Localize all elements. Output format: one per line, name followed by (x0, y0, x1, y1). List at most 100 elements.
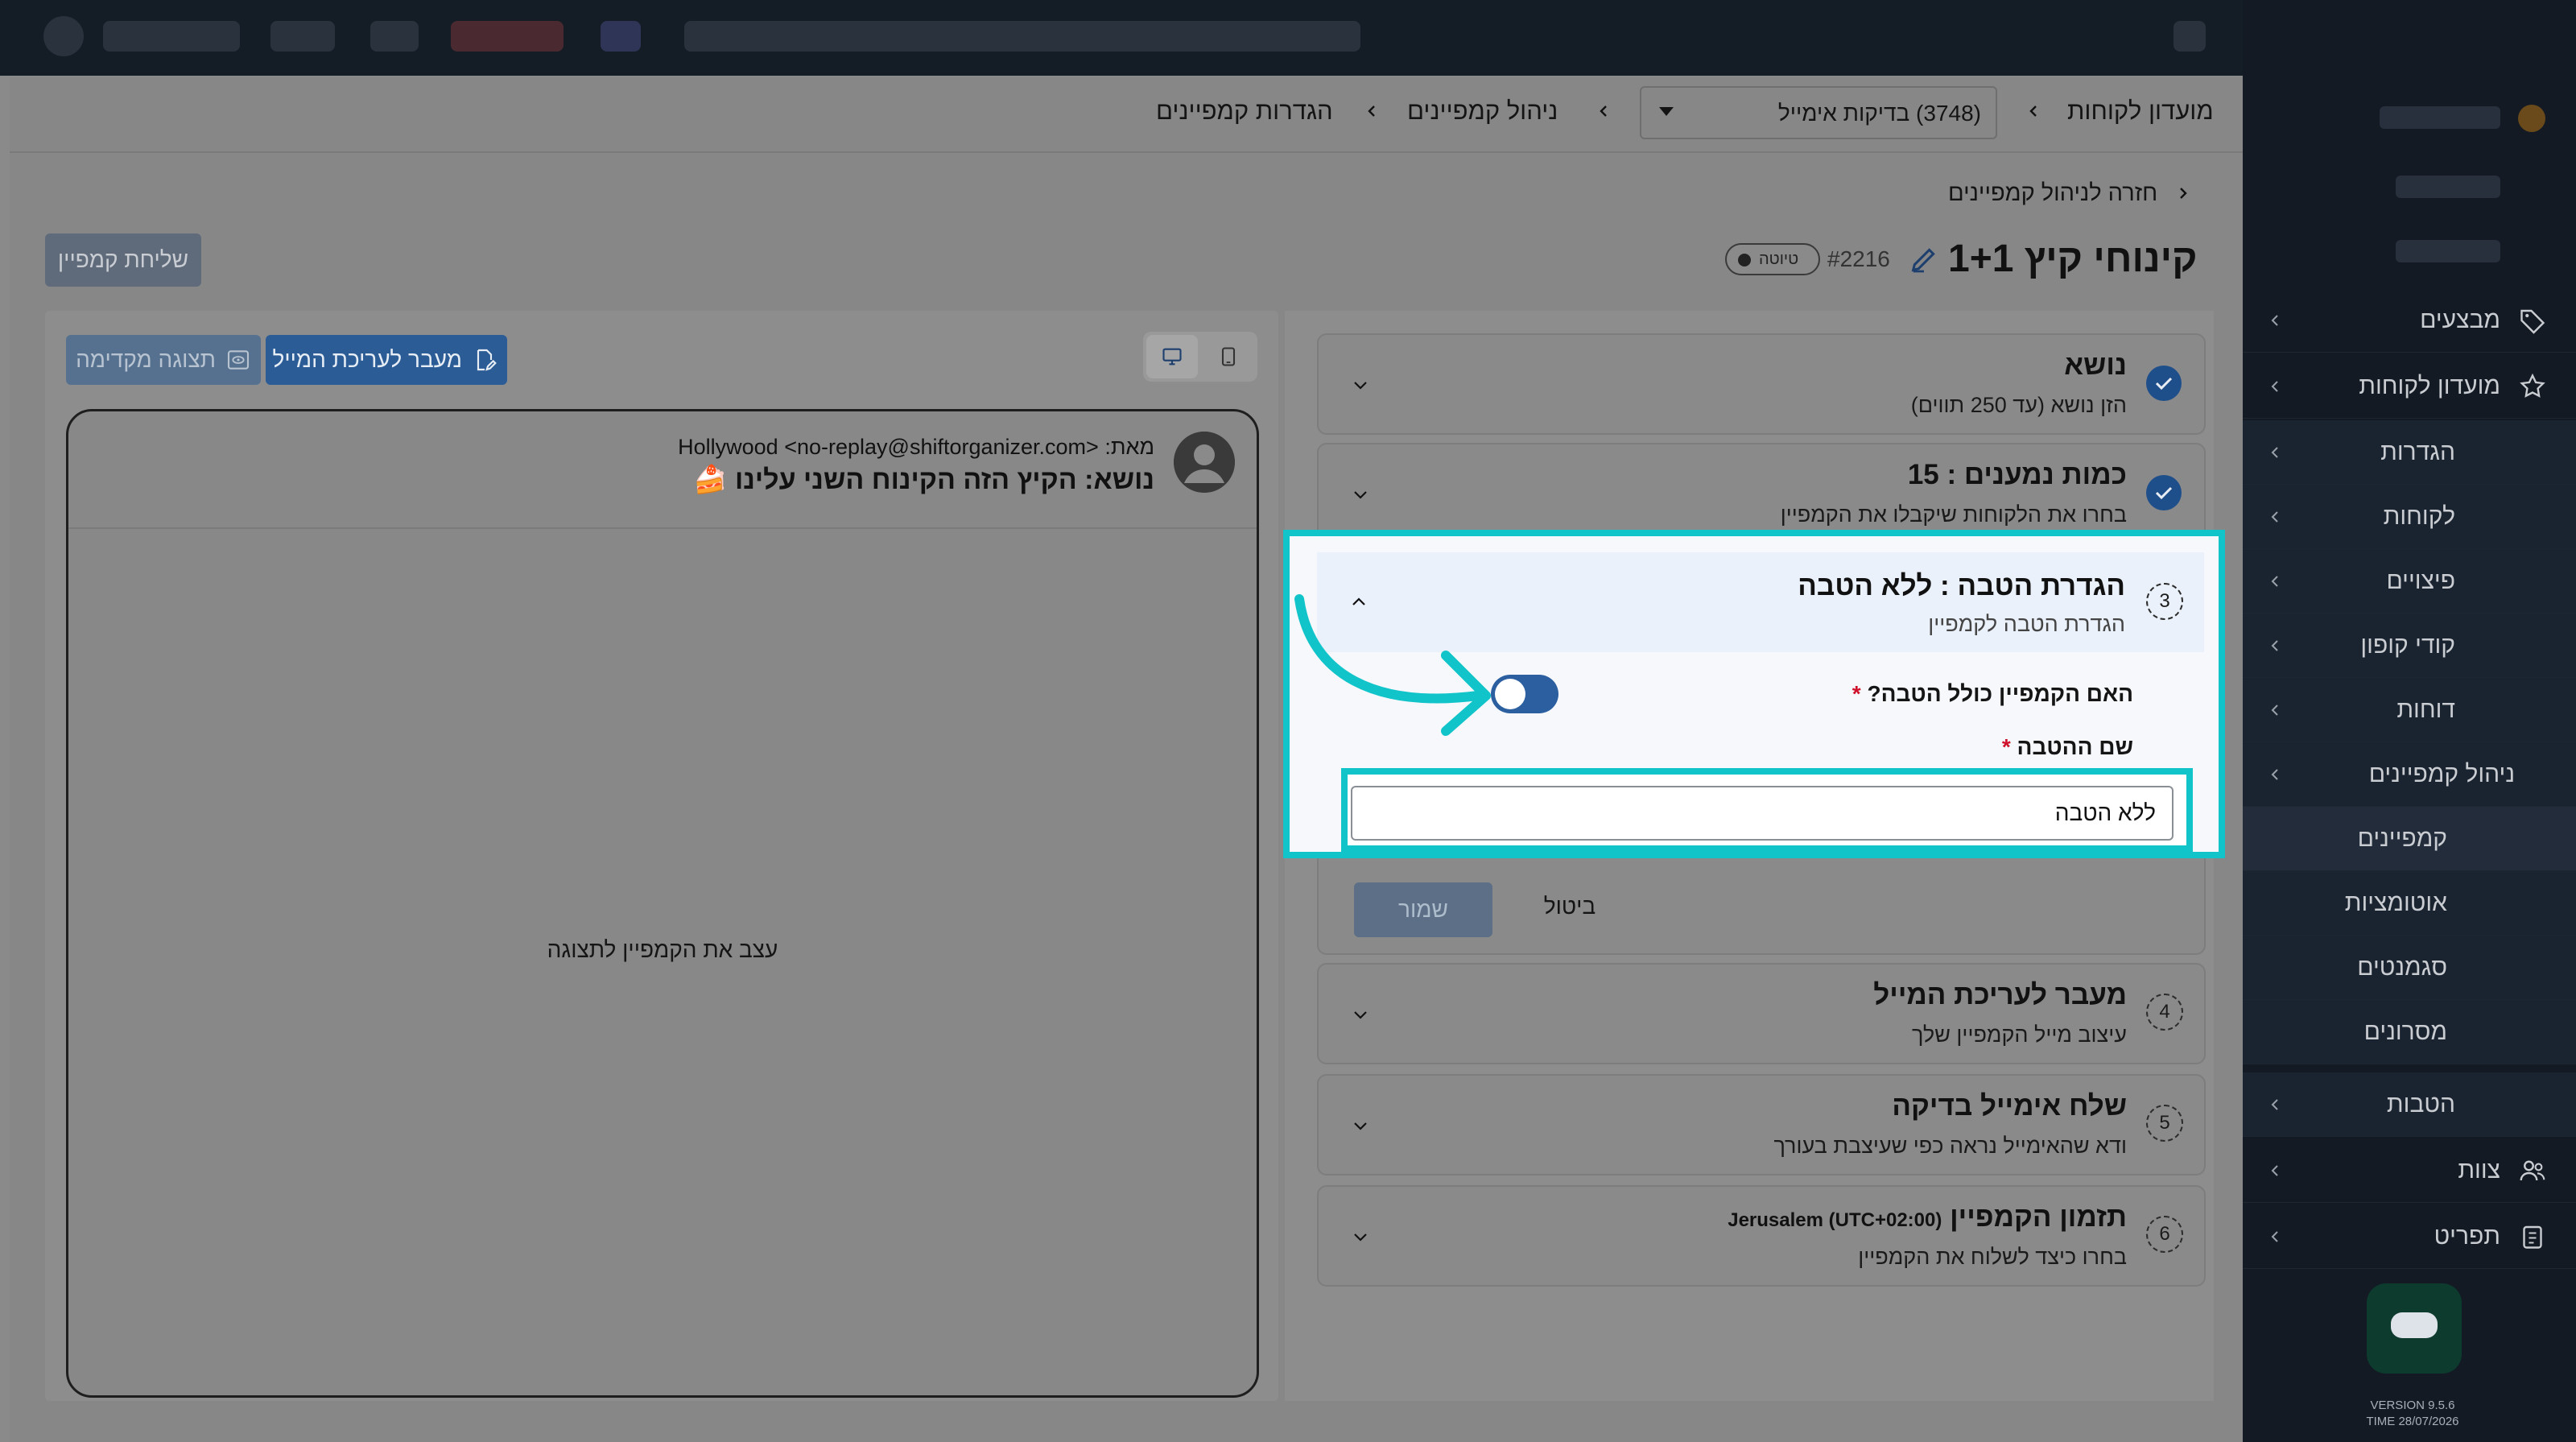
step-schedule[interactable]: 6 תזמון הקמפיין Jerusalem (UTC+02:00) בח… (1317, 1185, 2206, 1287)
step-subject[interactable]: נושא הזן נושא (עד 250 תווים) (1317, 333, 2206, 435)
sidebar-item-club[interactable]: מועדון לקוחות (2243, 354, 2576, 419)
user-avatar-icon (1174, 432, 1235, 493)
sidebar-item-automations[interactable]: אוטומציות (2243, 871, 2576, 936)
breadcrumb-campaign-management[interactable]: ניהול קמפיינים (1407, 97, 1558, 126)
sidebar-item-label: מסרונים (2363, 1018, 2447, 1045)
step-subtitle: עיצוב מייל הקמפיין שלך (1912, 1023, 2127, 1047)
chevron-down-icon (1354, 491, 1367, 499)
step-title: מעבר לעריכת המייל (1873, 979, 2127, 1010)
sidebar-item-label: קודי קופון (2360, 631, 2455, 659)
desktop-view-button[interactable] (1146, 335, 1198, 378)
step-number: 6 (2146, 1216, 2183, 1253)
gift-name-input[interactable] (1351, 786, 2174, 841)
includes-gift-toggle[interactable] (1491, 675, 1558, 713)
chevron-down-icon (1354, 382, 1367, 390)
blurred-text (2396, 176, 2500, 198)
chevron-left-icon (2271, 1099, 2278, 1110)
version-label: VERSION 9.5.6 (2370, 1399, 2455, 1412)
account-select[interactable]: (3748) בדיקות אימייל (1640, 86, 1997, 139)
step-title: תזמון הקמפיין Jerusalem (UTC+02:00) (1728, 1201, 2127, 1233)
page-title: קינוחי קיץ 1+1 (1948, 238, 2198, 280)
save-button[interactable]: שמור (1354, 882, 1492, 937)
sidebar-item-label: תפריט (2434, 1222, 2500, 1250)
preview-label: תצוגה מקדימה (76, 347, 216, 372)
sidebar-item-label: צוות (2458, 1156, 2500, 1184)
top-bar (0, 0, 2576, 76)
sidebar-item-label: סגמנטים (2357, 953, 2447, 981)
sidebar-item-segments[interactable]: סגמנטים (2243, 936, 2576, 1000)
blurred-icon (270, 21, 335, 52)
breadcrumb-club[interactable]: מועדון לקוחות (2067, 97, 2214, 126)
sidebar-item-compensations[interactable]: פיצויים (2243, 549, 2576, 614)
blurred-icon (370, 21, 419, 52)
email-subject: נושא: הקיץ הזה הקינוח השני עלינו 🍰 (693, 465, 1154, 495)
question-text: האם הקמפיין כולל הטבה? (1867, 681, 2133, 706)
chevron-left-icon (1368, 105, 1375, 117)
pointer-arrow-icon (1294, 594, 1491, 736)
check-icon (2146, 366, 2182, 401)
star-icon (2520, 373, 2545, 398)
edit-email-button[interactable]: מעבר לעריכת המייל (266, 335, 507, 385)
includes-gift-label: האם הקמפיין כולל הטבה? * (1530, 681, 2133, 707)
time-label: TIME 28/07/2026 (2366, 1415, 2459, 1428)
gift-name-label: שם ההטבה * (1530, 734, 2133, 760)
tag-icon (2520, 309, 2545, 334)
blurred-icon (2518, 105, 2545, 132)
sidebar-item-benefits[interactable]: הטבות (2243, 1072, 2576, 1137)
sidebar-item-customers[interactable]: לקוחות (2243, 485, 2576, 549)
edit-pencil-icon[interactable] (1908, 243, 1940, 275)
chevron-right-icon (2180, 188, 2187, 199)
chevron-left-icon (2271, 640, 2278, 651)
breadcrumb-campaign-settings[interactable]: הגדרות קמפיינים (1156, 97, 1333, 126)
sidebar-item-menu[interactable]: תפריט (2243, 1204, 2576, 1269)
mobile-view-button[interactable] (1203, 335, 1254, 378)
schedule-title: תזמון הקמפיין (1950, 1201, 2127, 1233)
email-from: מאת: Hollywood <no-replay@shiftorganizer… (402, 435, 1154, 460)
empty-preview-message: עצב את הקמפיין לתצוגה (547, 937, 778, 962)
sidebar-item-reports[interactable]: דוחות (2243, 678, 2576, 742)
sidebar-item-label: לקוחות (2383, 502, 2455, 530)
sidebar-item-label: מועדון לקוחות (2359, 372, 2500, 399)
from-label: מאת: (1104, 435, 1154, 459)
sidebar-item-coupon-codes[interactable]: קודי קופון (2243, 614, 2576, 678)
preview-eye-icon (227, 350, 250, 370)
logo-blurred (43, 16, 84, 56)
preview-button[interactable]: תצוגה מקדימה (66, 335, 261, 385)
step-subtitle: ודא שהאימייל נראה כפי שעיצבת בעורך (1773, 1134, 2127, 1158)
required-mark: * (1852, 681, 1861, 706)
step-subtitle: בחרו כיצד לשלוח את הקמפיין (1858, 1245, 2127, 1269)
sidebar-item-label: דוחות (2396, 696, 2455, 723)
step-subtitle: בחרו את הלקוחות שיקבלו את הקמפיין (1780, 502, 2127, 527)
chevron-left-icon (2271, 1231, 2278, 1242)
step-edit-email[interactable]: 4 מעבר לעריכת המייל עיצוב מייל הקמפיין ש… (1317, 963, 2206, 1064)
chevron-down-icon (1354, 1233, 1367, 1242)
chevron-down-icon (1354, 1011, 1367, 1019)
edit-document-icon (477, 349, 497, 371)
chevron-left-icon (2271, 1165, 2278, 1176)
chat-button[interactable] (2367, 1283, 2462, 1374)
blurred-icon (601, 21, 641, 52)
from-value: Hollywood <no-replay@shiftorganizer.com> (678, 435, 1099, 459)
step-test-email[interactable]: 5 שלח אימייל בדיקה ודא שהאימייל נראה כפי… (1317, 1074, 2206, 1175)
chevron-left-icon (2029, 105, 2037, 117)
sidebar-item-team[interactable]: צוות (2243, 1138, 2576, 1203)
sidebar-item-campaign-management[interactable]: ניהול קמפיינים (2243, 742, 2576, 807)
timezone-label: Jerusalem (UTC+02:00) (1728, 1209, 1942, 1231)
blurred-icon (451, 21, 564, 52)
back-link-label: חזרה לניהול קמפיינים (1948, 180, 2158, 206)
sidebar-item-campaigns[interactable]: קמפיינים (2243, 807, 2576, 871)
sidebar-item-deals[interactable]: מבצעים (2243, 288, 2576, 353)
send-campaign-button[interactable]: שליחת קמפיין (45, 233, 201, 287)
step-subtitle: הזן נושא (עד 250 תווים) (1910, 393, 2127, 417)
avatar (1174, 432, 1235, 493)
back-to-campaigns-link[interactable]: חזרה לניהול קמפיינים (1948, 180, 2187, 207)
sidebar-item-settings[interactable]: הגדרות (2243, 420, 2576, 485)
chat-icon (2391, 1312, 2438, 1338)
status-badge-label: טיוטה (1759, 250, 1799, 268)
edit-email-label: מעבר לעריכת המייל (272, 347, 462, 372)
menu-icon (2523, 1225, 2542, 1249)
sidebar-item-sms[interactable]: מסרונים (2243, 1000, 2576, 1064)
chevron-left-icon (2271, 381, 2278, 392)
cancel-button[interactable]: ביטול (1513, 894, 1626, 919)
check-icon (2146, 475, 2182, 510)
